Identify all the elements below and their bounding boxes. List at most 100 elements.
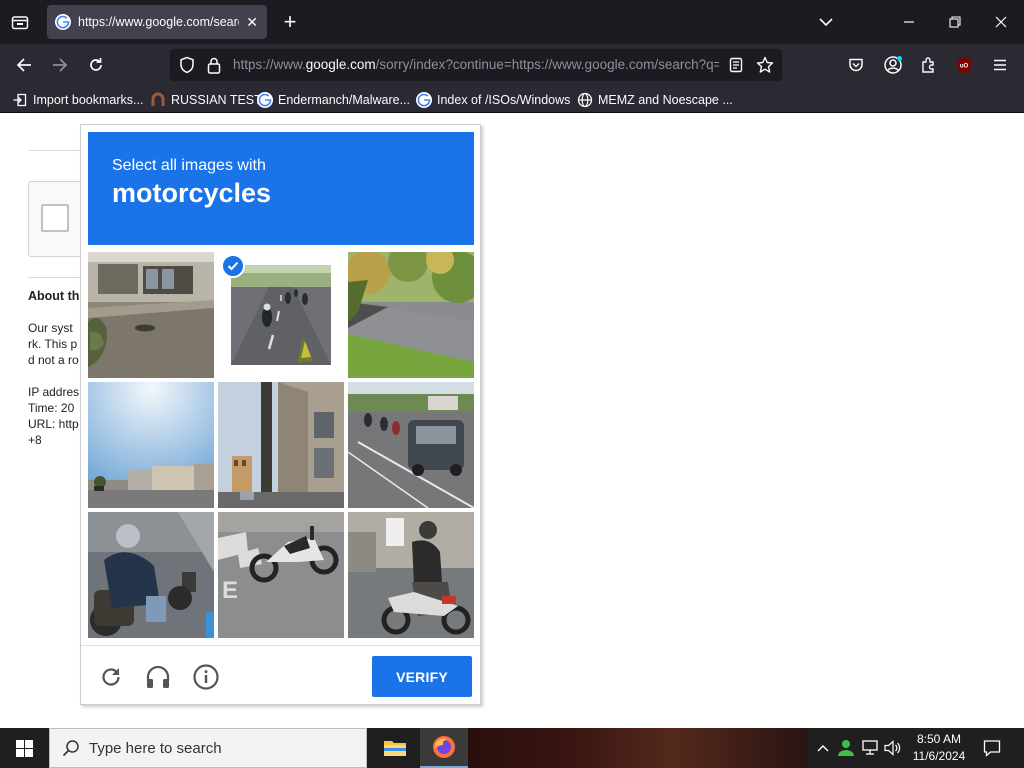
image-tile[interactable] <box>348 512 474 638</box>
image-tile[interactable] <box>348 382 474 508</box>
account-button[interactable] <box>880 53 906 77</box>
body-line: Our syst <box>28 321 73 335</box>
image-tile[interactable] <box>88 252 214 378</box>
image-tile[interactable] <box>88 512 214 638</box>
rider-on-motorcycle-image <box>88 512 214 638</box>
svg-text:E: E <box>222 577 238 604</box>
about-heading: About thi <box>28 289 83 303</box>
meta-line: IP addres <box>28 385 80 399</box>
image-tile-selected[interactable] <box>218 252 344 378</box>
account-icon <box>884 56 902 74</box>
body-line: rk. This p <box>28 337 78 351</box>
show-hidden-icons-button[interactable] <box>813 738 833 758</box>
pocket-button[interactable] <box>843 53 869 77</box>
action-center-button[interactable] <box>980 736 1004 760</box>
google-favicon-icon <box>257 92 273 108</box>
bookmark-label: MEMZ and Noescape ... <box>598 93 733 107</box>
firefox-icon <box>433 736 455 758</box>
reader-view-icon[interactable] <box>726 55 746 75</box>
bookmark-label: Index of /ISOs/Windows <box>437 93 571 107</box>
notification-icon <box>983 740 1001 757</box>
reload-challenge-button[interactable] <box>97 663 125 691</box>
audio-challenge-button[interactable] <box>144 663 172 691</box>
image-tile[interactable] <box>348 252 474 378</box>
headphones-icon <box>146 665 170 688</box>
google-favicon-icon <box>55 14 71 30</box>
clock-date: 11/6/2024 <box>912 749 966 763</box>
image-tile[interactable] <box>218 382 344 508</box>
svg-text:uO: uO <box>960 64 969 70</box>
new-tab-button[interactable]: + <box>278 11 302 33</box>
tab-title: https://www.google.com/search?q= <box>78 15 239 29</box>
bookmark-label: Import bookmarks... <box>33 93 144 107</box>
building-corner-image <box>218 382 344 508</box>
parked-dirt-bike-image: E <box>218 512 344 638</box>
ublock-button[interactable]: uO <box>951 53 977 77</box>
shield-icon[interactable] <box>177 55 197 75</box>
bookmark-label: RUSSIAN TEST <box>171 93 262 107</box>
close-window-button[interactable] <box>989 10 1013 34</box>
url-bar[interactable]: https://www.google.com/sorry/index?conti… <box>170 49 782 81</box>
browser-navbar: https://www.google.com/sorry/index?conti… <box>0 44 1024 86</box>
forward-button[interactable] <box>47 53 73 77</box>
back-button[interactable] <box>11 53 37 77</box>
reload-button[interactable] <box>83 53 109 77</box>
google-favicon-icon <box>416 92 432 108</box>
globe-icon <box>577 92 593 108</box>
start-button[interactable] <box>0 728 48 768</box>
people-tray-button[interactable] <box>836 738 856 758</box>
bookmark-isos-windows[interactable]: Index of /ISOs/Windows <box>416 90 570 110</box>
challenge-footer: VERIFY <box>81 645 480 705</box>
bookmark-russian-test[interactable]: RUSSIAN TEST <box>150 90 262 110</box>
taskbar-search[interactable]: Type here to search <box>49 728 367 768</box>
app-menu-button[interactable] <box>987 53 1013 77</box>
url-text: https://www.google.com/sorry/index?conti… <box>233 57 719 72</box>
folder-icon <box>384 741 406 756</box>
bookmark-label: Endermanch/Malware... <box>278 93 411 107</box>
motorcyclists-on-road-image <box>231 265 331 365</box>
restore-button[interactable] <box>943 10 967 34</box>
tab-list-icon <box>11 16 29 30</box>
van-with-motorcycles-image <box>348 382 474 508</box>
arrow-right-icon <box>53 58 68 72</box>
network-icon <box>862 740 878 755</box>
close-icon <box>995 16 1007 28</box>
network-tray-button[interactable] <box>861 738 881 758</box>
roadside-grass-image <box>348 252 474 378</box>
scooter-rider-image <box>348 512 474 638</box>
verify-button[interactable]: VERIFY <box>372 656 472 697</box>
bookmark-star-icon[interactable] <box>755 55 775 75</box>
extensions-button[interactable] <box>916 53 942 77</box>
recaptcha-checkbox[interactable] <box>41 204 69 232</box>
meta-line: URL: http <box>28 417 79 431</box>
bookmark-endermanch[interactable]: Endermanch/Malware... <box>257 90 410 110</box>
taskbar-clock[interactable]: 8:50 AM 11/6/2024 <box>906 731 972 765</box>
speaker-icon <box>884 740 901 756</box>
tab-list-button[interactable] <box>6 9 34 35</box>
recaptcha-anchor-box[interactable] <box>28 181 88 257</box>
pocket-icon <box>849 58 863 72</box>
lock-icon[interactable] <box>204 55 224 75</box>
browser-tab[interactable]: https://www.google.com/search?q= ✕ <box>47 5 267 39</box>
clock-time: 8:50 AM <box>916 732 962 746</box>
tab-close-icon[interactable]: ✕ <box>245 14 259 31</box>
help-button[interactable] <box>192 663 220 691</box>
bookmark-memz[interactable]: MEMZ and Noescape ... <box>577 90 733 110</box>
puzzle-icon <box>922 57 934 73</box>
import-icon <box>12 92 28 108</box>
divider <box>28 150 88 151</box>
list-all-tabs-button[interactable] <box>814 10 838 34</box>
file-explorer-button[interactable] <box>371 728 419 768</box>
sky-buildings-image <box>88 382 214 508</box>
volume-tray-button[interactable] <box>883 738 903 758</box>
street-storefront-image <box>88 252 214 378</box>
meta-line: Time: 20 <box>28 401 75 415</box>
hamburger-menu-icon <box>994 59 1006 71</box>
image-tile[interactable]: E <box>218 512 344 638</box>
firefox-taskbar-button[interactable] <box>420 728 468 768</box>
windows-taskbar: Type here to search 8:50 AM 11/6/2024 <box>0 728 1024 768</box>
minimize-icon <box>904 21 914 23</box>
minimize-button[interactable] <box>897 10 921 34</box>
bookmark-import[interactable]: Import bookmarks... <box>12 90 143 110</box>
image-tile[interactable] <box>88 382 214 508</box>
